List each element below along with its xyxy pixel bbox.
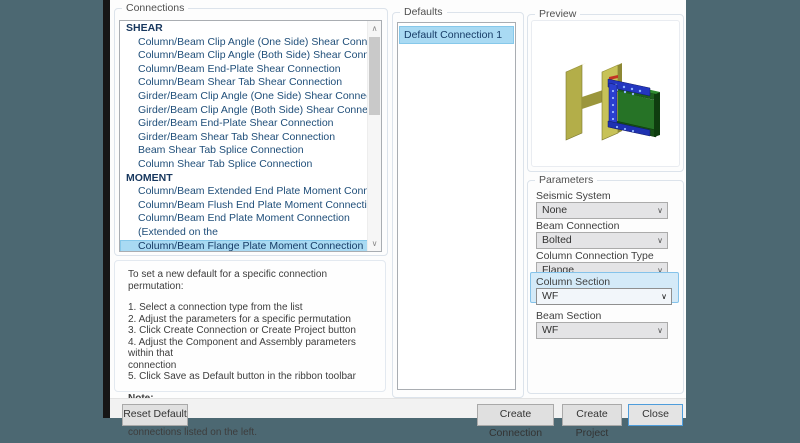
list-item-shear-header[interactable]: SHEAR: [120, 22, 368, 36]
beam-connection-select[interactable]: Bolted ∨: [536, 232, 668, 249]
connection-defaults-dialog: Connections SHEAR Column/Beam Clip Angle…: [110, 0, 686, 418]
seismic-system-label: Seismic System: [536, 190, 611, 202]
instruction-step: 2. Adjust the parameters for a specific …: [128, 314, 372, 326]
seismic-system-value: None: [542, 204, 567, 216]
list-item[interactable]: Girder/Beam End-Plate Shear Connection: [120, 117, 368, 131]
create-connection-button[interactable]: Create Connection: [477, 404, 554, 426]
default-connection-item-selected[interactable]: Default Connection 1: [399, 26, 514, 44]
instruction-step: 4. Adjust the Component and Assembly par…: [128, 337, 372, 372]
chevron-down-icon: ∨: [657, 204, 663, 218]
instructions-panel: To set a new default for a specific conn…: [114, 260, 386, 392]
chevron-down-icon: ∨: [657, 324, 663, 338]
list-item[interactable]: Girder/Beam Shear Tab Shear Connection: [120, 131, 368, 145]
scroll-up-icon[interactable]: ∧: [368, 21, 381, 36]
scroll-down-icon[interactable]: ∨: [368, 236, 381, 251]
connections-group-title: Connections: [122, 2, 188, 15]
beam-section-value: WF: [542, 324, 558, 336]
instructions-steps: 1. Select a connection type from the lis…: [128, 302, 372, 383]
reset-default-button[interactable]: Reset Default: [122, 404, 188, 426]
list-item[interactable]: Girder/Beam Clip Angle (Both Side) Shear…: [120, 104, 368, 118]
defaults-group: Defaults Default Connection 1: [392, 12, 524, 398]
preview-group: Preview: [527, 14, 684, 172]
background-window-edge: [103, 0, 110, 418]
column-section-value: WF: [542, 290, 558, 302]
instruction-step: 5. Click Save as Default button in the r…: [128, 371, 372, 383]
chevron-down-icon: ∨: [657, 234, 663, 248]
seismic-system-select[interactable]: None ∨: [536, 202, 668, 219]
beam-section-select[interactable]: WF ∨: [536, 322, 668, 339]
connections-rows: SHEAR Column/Beam Clip Angle (One Side) …: [120, 22, 368, 252]
list-item[interactable]: Girder/Beam Clip Angle (One Side) Shear …: [120, 90, 368, 104]
list-item[interactable]: Beam Shear Tab Splice Connection: [120, 144, 368, 158]
instructions-intro: To set a new default for a specific conn…: [128, 269, 372, 292]
instruction-step: 1. Select a connection type from the lis…: [128, 302, 372, 314]
list-item[interactable]: Column/Beam Clip Angle (One Side) Shear …: [120, 36, 368, 50]
list-item[interactable]: Column/Beam Extended End Plate Moment Co…: [120, 185, 368, 199]
defaults-group-title: Defaults: [400, 6, 447, 19]
column-section-label: Column Section: [536, 276, 610, 288]
instruction-step: 3. Click Create Connection or Create Pro…: [128, 325, 372, 337]
list-item-selected[interactable]: Column/Beam Flange Plate Moment Connecti…: [120, 240, 368, 253]
list-item[interactable]: Column/Beam End Plate Moment Connection …: [120, 212, 368, 239]
create-project-button[interactable]: Create Project: [562, 404, 622, 426]
connections-listbox[interactable]: SHEAR Column/Beam Clip Angle (One Side) …: [119, 20, 382, 252]
parameters-group: Parameters Seismic System None ∨ Beam Co…: [527, 180, 684, 394]
scrollbar-thumb[interactable]: [369, 37, 380, 115]
list-item-moment-header[interactable]: MOMENT: [120, 172, 368, 186]
list-item[interactable]: Column/Beam Clip Angle (Both Side) Shear…: [120, 49, 368, 63]
parameters-group-title: Parameters: [535, 174, 597, 187]
preview-canvas: [531, 20, 680, 167]
defaults-listbox[interactable]: Default Connection 1: [397, 22, 516, 390]
close-button[interactable]: Close: [628, 404, 683, 426]
list-item[interactable]: Column/Beam Shear Tab Shear Connection: [120, 76, 368, 90]
connections-group: Connections SHEAR Column/Beam Clip Angle…: [114, 8, 388, 256]
beam-connection-value: Bolted: [542, 234, 572, 246]
connection-preview-3d: [554, 49, 664, 154]
column-section-select[interactable]: WF ∨: [536, 288, 672, 305]
beam-connection-label: Beam Connection: [536, 220, 619, 232]
list-item[interactable]: Column/Beam Flush End Plate Moment Conne…: [120, 199, 368, 213]
column-connection-type-label: Column Connection Type: [536, 250, 654, 262]
connections-scrollbar[interactable]: ∧ ∨: [367, 21, 381, 251]
chevron-down-icon: ∨: [661, 290, 667, 304]
list-item[interactable]: Column Shear Tab Splice Connection: [120, 158, 368, 172]
beam-section-label: Beam Section: [536, 310, 601, 322]
list-item[interactable]: Column/Beam End-Plate Shear Connection: [120, 63, 368, 77]
